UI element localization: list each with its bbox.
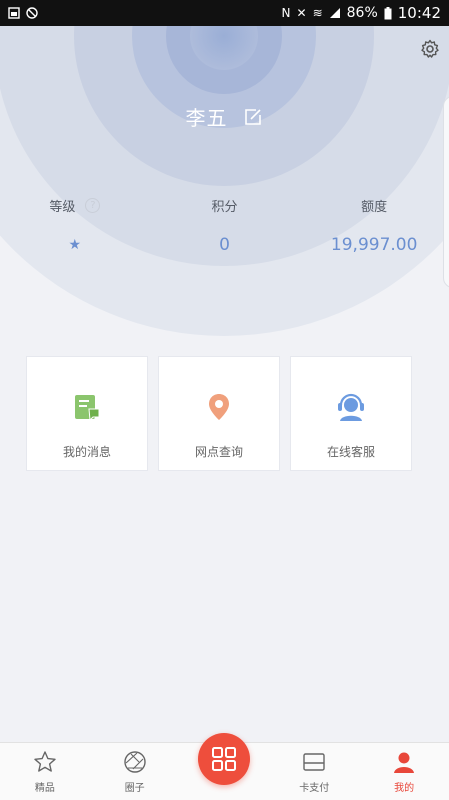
help-icon[interactable]: ? xyxy=(85,197,101,213)
card-label: 网点查询 xyxy=(194,445,243,459)
status-right: N ✕ ≋ 86% 10:42 xyxy=(282,4,441,22)
grid-icon xyxy=(212,747,237,771)
nav-item-circle[interactable]: 圈子 xyxy=(90,743,180,800)
message-icon xyxy=(71,391,103,423)
side-drawer-handle[interactable] xyxy=(443,96,449,288)
status-left xyxy=(8,7,38,19)
stat-credit-value: 19,997.00 xyxy=(330,235,418,255)
status-bar: N ✕ ≋ 86% 10:42 xyxy=(0,0,449,26)
customer-service-icon xyxy=(335,391,367,423)
stat-points-value: 0 xyxy=(219,235,230,255)
stat-points[interactable]: 积分 0 xyxy=(150,194,300,256)
username-row: 李五 xyxy=(0,102,449,131)
signal-icon xyxy=(329,8,340,18)
stat-level[interactable]: 等级 ? ★ xyxy=(0,194,150,256)
gear-icon xyxy=(421,39,439,58)
nav-item-center[interactable] xyxy=(180,733,270,800)
edit-icon xyxy=(244,108,261,125)
mute-icon: ✕ xyxy=(296,6,307,20)
nav-label: 圈子 xyxy=(124,783,145,794)
card-label: 我的消息 xyxy=(62,445,111,459)
settings-button[interactable] xyxy=(419,38,441,60)
stat-points-label: 积分 xyxy=(211,199,238,215)
level-star-icon: ★ xyxy=(68,237,82,253)
center-menu-button[interactable] xyxy=(198,733,251,785)
star-outline-icon xyxy=(32,749,58,775)
nav-item-mine[interactable]: 我的 xyxy=(359,743,449,800)
edit-profile-button[interactable] xyxy=(242,106,264,128)
stat-credit[interactable]: 额度 19,997.00 xyxy=(299,194,449,256)
no-disturb-icon xyxy=(26,7,38,19)
nav-label: 我的 xyxy=(394,783,415,794)
bottom-navigation: 精品 圈子 卡支付 我的 xyxy=(0,733,449,800)
battery-percent: 86% xyxy=(346,5,378,21)
nav-label: 精品 xyxy=(34,783,55,794)
location-pin-icon xyxy=(203,391,235,423)
card-label: 在线客服 xyxy=(326,445,375,459)
screenshot-icon xyxy=(8,7,20,19)
person-icon xyxy=(391,749,417,775)
battery-icon xyxy=(384,6,392,19)
nav-item-featured[interactable]: 精品 xyxy=(0,743,90,800)
username: 李五 xyxy=(185,106,228,130)
wifi-icon: ≋ xyxy=(312,6,323,20)
stat-credit-label: 额度 xyxy=(361,199,388,215)
nav-label: 卡支付 xyxy=(299,783,330,794)
nav-item-card-pay[interactable]: 卡支付 xyxy=(269,743,359,800)
header-rings xyxy=(0,26,449,336)
card-online-service[interactable]: 在线客服 xyxy=(290,356,412,471)
card-my-messages[interactable]: 我的消息 xyxy=(26,356,148,471)
card-icon xyxy=(301,749,327,775)
stats-row: 等级 ? ★ 积分 0 额度 19,997.00 xyxy=(0,194,449,256)
card-branch-search[interactable]: 网点查询 xyxy=(158,356,280,471)
profile-header: 李五 等级 ? ★ 积分 0 额度 19,997.00 xyxy=(0,26,449,340)
aperture-icon xyxy=(122,749,148,775)
stat-level-label: 等级 xyxy=(49,199,76,215)
clock: 10:42 xyxy=(397,4,441,22)
nfc-icon: N xyxy=(281,6,291,20)
quick-actions: 我的消息 网点查询 在线客服 xyxy=(26,356,414,471)
